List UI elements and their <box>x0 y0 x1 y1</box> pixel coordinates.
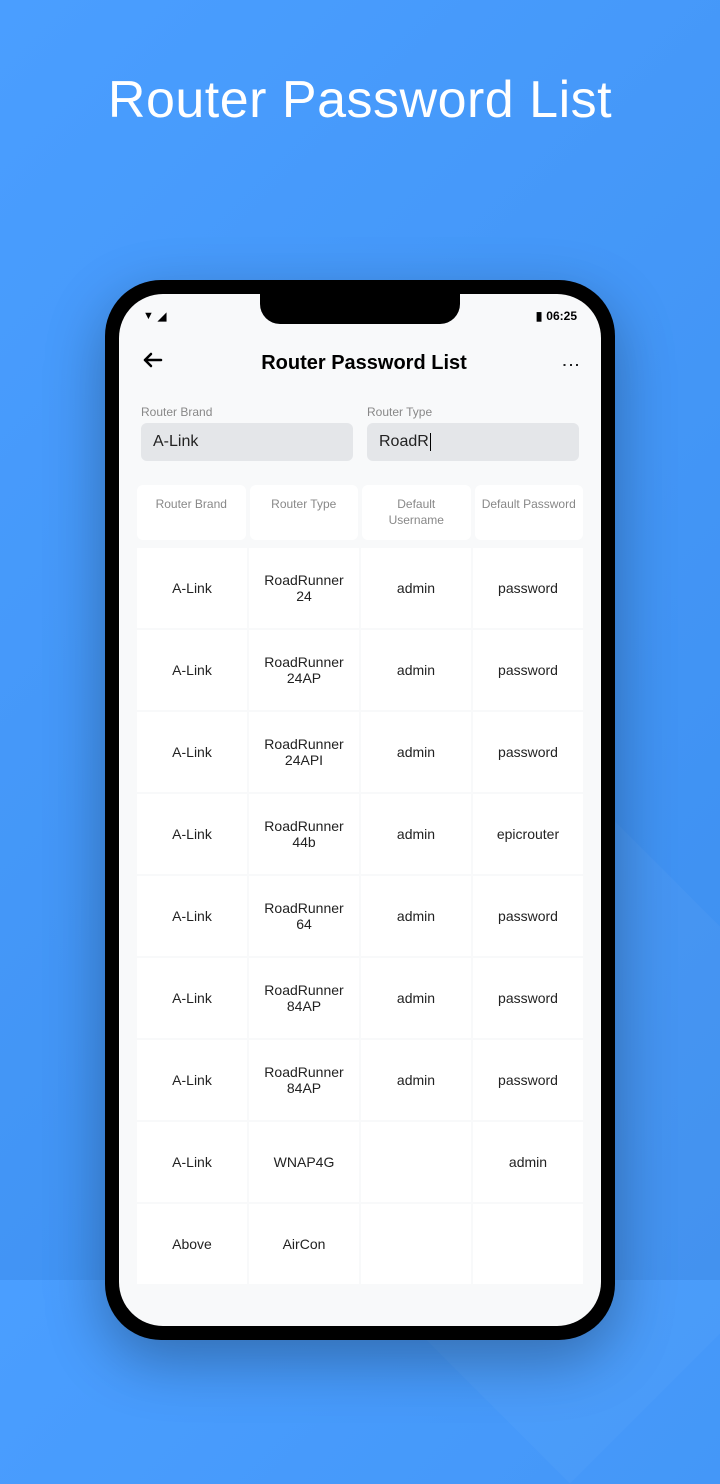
cell-username <box>361 1204 471 1284</box>
phone-screen: ▼ ◢ ▮ 06:25 Router Password List ⋮ Route… <box>119 294 601 1326</box>
cell-type: RoadRunner 84AP <box>249 958 359 1038</box>
type-filter-input[interactable]: RoadR <box>367 423 579 461</box>
status-time: 06:25 <box>546 309 577 323</box>
cell-brand: A-Link <box>137 876 247 956</box>
cell-type: RoadRunner 84AP <box>249 1040 359 1120</box>
filter-row: Router Brand Router Type RoadR <box>119 397 601 477</box>
cell-type: AirCon <box>249 1204 359 1284</box>
th-brand: Router Brand <box>137 485 246 540</box>
cell-username: admin <box>361 630 471 710</box>
table-row[interactable]: A-LinkRoadRunner 24APadminpassword <box>137 630 583 710</box>
table-row[interactable]: A-LinkRoadRunner 84APadminpassword <box>137 958 583 1038</box>
cell-brand: A-Link <box>137 712 247 792</box>
th-type: Router Type <box>250 485 359 540</box>
cell-type: RoadRunner 24AP <box>249 630 359 710</box>
brand-filter-input[interactable] <box>141 423 353 461</box>
type-filter-group: Router Type RoadR <box>367 405 579 461</box>
type-filter-label: Router Type <box>367 405 579 419</box>
cell-username: admin <box>361 1040 471 1120</box>
battery-icon: ▮ <box>536 309 543 323</box>
cell-type: RoadRunner 64 <box>249 876 359 956</box>
th-password: Default Password <box>475 485 584 540</box>
cell-brand: A-Link <box>137 630 247 710</box>
cell-password: password <box>473 958 583 1038</box>
table-row[interactable]: A-LinkRoadRunner 84APadminpassword <box>137 1040 583 1120</box>
cell-username: admin <box>361 548 471 628</box>
more-menu-button[interactable]: ⋮ <box>562 356 580 372</box>
cell-type: RoadRunner 24API <box>249 712 359 792</box>
cell-brand: A-Link <box>137 548 247 628</box>
cell-password: password <box>473 630 583 710</box>
signal-icon: ◢ <box>158 310 166 323</box>
cell-username: admin <box>361 712 471 792</box>
cell-username: admin <box>361 794 471 874</box>
app-header: Router Password List ⋮ <box>119 330 601 397</box>
table-body[interactable]: A-LinkRoadRunner 24adminpasswordA-LinkRo… <box>119 548 601 1284</box>
cell-brand: A-Link <box>137 1040 247 1120</box>
table-row[interactable]: A-LinkRoadRunner 44badminepicrouter <box>137 794 583 874</box>
cell-brand: A-Link <box>137 794 247 874</box>
cell-brand: A-Link <box>137 958 247 1038</box>
brand-filter-label: Router Brand <box>141 405 353 419</box>
cell-username <box>361 1122 471 1202</box>
page-title: Router Password List <box>261 352 467 375</box>
cell-type: RoadRunner 44b <box>249 794 359 874</box>
cell-password: password <box>473 548 583 628</box>
phone-frame: ▼ ◢ ▮ 06:25 Router Password List ⋮ Route… <box>105 280 615 1340</box>
cell-username: admin <box>361 958 471 1038</box>
cell-brand: A-Link <box>137 1122 247 1202</box>
table-row[interactable]: A-LinkRoadRunner 24adminpassword <box>137 548 583 628</box>
brand-filter-group: Router Brand <box>141 405 353 461</box>
wifi-icon: ▼ <box>143 310 154 322</box>
th-username: Default Username <box>362 485 471 540</box>
cell-password: password <box>473 876 583 956</box>
cell-brand: Above <box>137 1204 247 1284</box>
promo-title: Router Password List <box>0 0 720 130</box>
table-row[interactable]: A-LinkWNAP4G admin <box>137 1122 583 1202</box>
cell-type: RoadRunner 24 <box>249 548 359 628</box>
cell-password: password <box>473 1040 583 1120</box>
back-button[interactable] <box>141 348 165 379</box>
table-row[interactable]: AboveAirCon <box>137 1204 583 1284</box>
table-row[interactable]: A-LinkRoadRunner 24APIadminpassword <box>137 712 583 792</box>
cell-username: admin <box>361 876 471 956</box>
cell-password: epicrouter <box>473 794 583 874</box>
cell-password: password <box>473 712 583 792</box>
cell-password: admin <box>473 1122 583 1202</box>
table-header: Router Brand Router Type Default Usernam… <box>137 485 583 540</box>
notch <box>260 294 460 324</box>
cell-password <box>473 1204 583 1284</box>
cell-type: WNAP4G <box>249 1122 359 1202</box>
table-row[interactable]: A-LinkRoadRunner 64adminpassword <box>137 876 583 956</box>
